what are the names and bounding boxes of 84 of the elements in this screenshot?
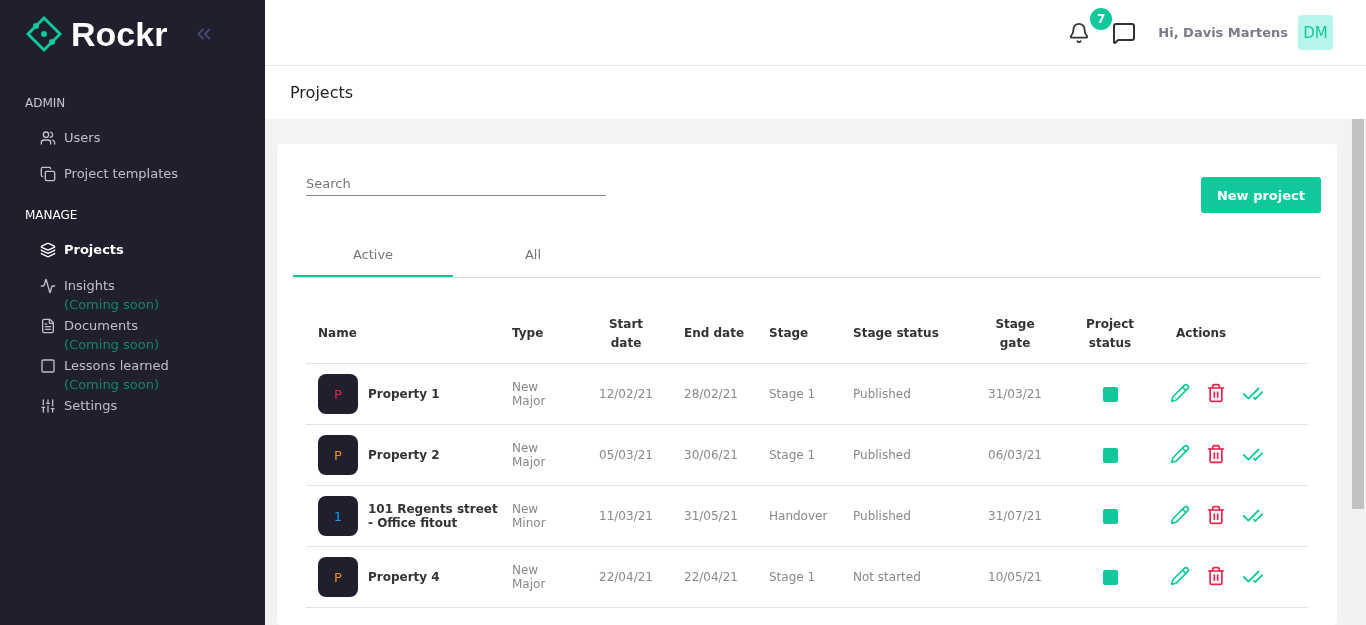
edit-button[interactable] <box>1170 566 1190 588</box>
notifications-button[interactable] <box>1068 21 1091 44</box>
sidebar-item[interactable]: Documents (Coming soon) <box>25 318 265 352</box>
table-cell-text: 30/06/21 <box>683 448 739 462</box>
page-title: Projects <box>265 66 1366 119</box>
table-cell-text: New Major <box>512 380 547 408</box>
item-label: Settings <box>64 398 118 413</box>
coming-soon-note: (Coming soon) <box>64 337 159 352</box>
delete-button[interactable] <box>1206 505 1226 527</box>
project-initial: 1 <box>333 508 343 524</box>
table-cell-text: 31/05/21 <box>683 509 739 523</box>
column-header: Stage <box>768 325 810 342</box>
table-cell-text: 11/03/21 <box>598 509 654 523</box>
column-header: Start date <box>607 315 645 352</box>
status-square <box>1102 447 1118 463</box>
table-cell-text: Stage 1 <box>768 570 817 584</box>
project-initial: P <box>334 386 342 402</box>
notification-badge: 7 <box>1090 7 1113 30</box>
status-square <box>1102 508 1118 524</box>
column-header: Actions <box>1175 325 1228 342</box>
table-cell-text: New Major <box>512 563 547 591</box>
sidebar-item[interactable]: Insights (Coming soon) <box>25 278 265 312</box>
documents-icon <box>40 318 56 334</box>
table-cell-text: New Major <box>512 441 547 469</box>
status-square <box>1102 386 1118 402</box>
column-header: Stage status <box>852 325 940 342</box>
brand-name: Rockr <box>71 14 168 54</box>
table-cell-text: Stage 1 <box>768 448 817 462</box>
column-header: Name <box>317 325 358 342</box>
coming-soon-note: (Coming soon) <box>64 297 159 312</box>
project-name: 101 Regents street - Office fitout <box>368 502 498 530</box>
project-name: Property 2 <box>368 448 441 462</box>
edit-button[interactable] <box>1170 444 1190 466</box>
project-name: Property 4 <box>368 570 441 584</box>
table-cell-text: 31/07/21 <box>987 509 1043 523</box>
edit-button[interactable] <box>1170 383 1190 405</box>
coming-soon-note: (Coming soon) <box>64 377 160 392</box>
delete-button[interactable] <box>1206 383 1226 405</box>
item-label: Documents <box>64 318 139 333</box>
delete-button[interactable] <box>1206 444 1226 466</box>
table-cell-text: 22/04/21 <box>683 570 739 584</box>
table-cell-text: New Minor <box>512 502 547 530</box>
delete-button[interactable] <box>1206 566 1226 588</box>
project-initial: P <box>334 569 342 585</box>
table-cell-text: Published <box>852 387 912 401</box>
project-initial: P <box>334 447 342 463</box>
tab[interactable]: All <box>453 233 613 277</box>
logo-icon <box>25 15 63 53</box>
sidebar-item[interactable]: Settings <box>25 398 265 414</box>
column-header: Stage gate <box>994 315 1036 352</box>
table-cell-text: Handover <box>768 509 829 523</box>
table-cell-text: 28/02/21 <box>683 387 739 401</box>
table-cell-text: Not started <box>852 570 922 584</box>
users-icon <box>40 130 56 146</box>
tab[interactable]: Active <box>293 233 453 277</box>
table-cell-text: Published <box>852 448 912 462</box>
table-cell-text: 06/03/21 <box>987 448 1043 462</box>
sidebar-item[interactable]: Users <box>25 130 265 146</box>
status-square <box>1102 569 1118 585</box>
table-cell-text: 05/03/21 <box>598 448 654 462</box>
sidebar-item[interactable]: Projects <box>25 242 265 258</box>
table-cell-text: Published <box>852 509 912 523</box>
section-title: ADMIN <box>25 96 67 110</box>
item-label: Projects <box>64 242 124 257</box>
column-header: Project status <box>1084 315 1136 352</box>
section-title: MANAGE <box>25 208 79 222</box>
messages-button[interactable] <box>1112 20 1137 45</box>
edit-button[interactable] <box>1170 505 1190 527</box>
sidebar-item[interactable]: Lessons learned (Coming soon) <box>25 358 265 392</box>
item-label: Project templates <box>64 166 179 181</box>
column-header: End date <box>683 325 746 342</box>
project-name: Property 1 <box>368 387 441 401</box>
table-cell-text: 22/04/21 <box>598 570 654 584</box>
greeting: Hi, Davis Martens <box>1158 25 1288 40</box>
item-label: Insights <box>64 278 115 293</box>
table-cell-text: 12/02/21 <box>598 387 654 401</box>
table-cell-text: 10/05/21 <box>987 570 1043 584</box>
table-cell-text: 31/03/21 <box>987 387 1043 401</box>
sidebar-item[interactable]: Project templates <box>25 166 265 182</box>
table-cell-text: Stage 1 <box>768 387 817 401</box>
item-label: Users <box>64 130 101 145</box>
settings-icon <box>40 398 56 414</box>
column-header: Type <box>512 325 545 342</box>
item-label: Lessons learned <box>64 358 169 373</box>
